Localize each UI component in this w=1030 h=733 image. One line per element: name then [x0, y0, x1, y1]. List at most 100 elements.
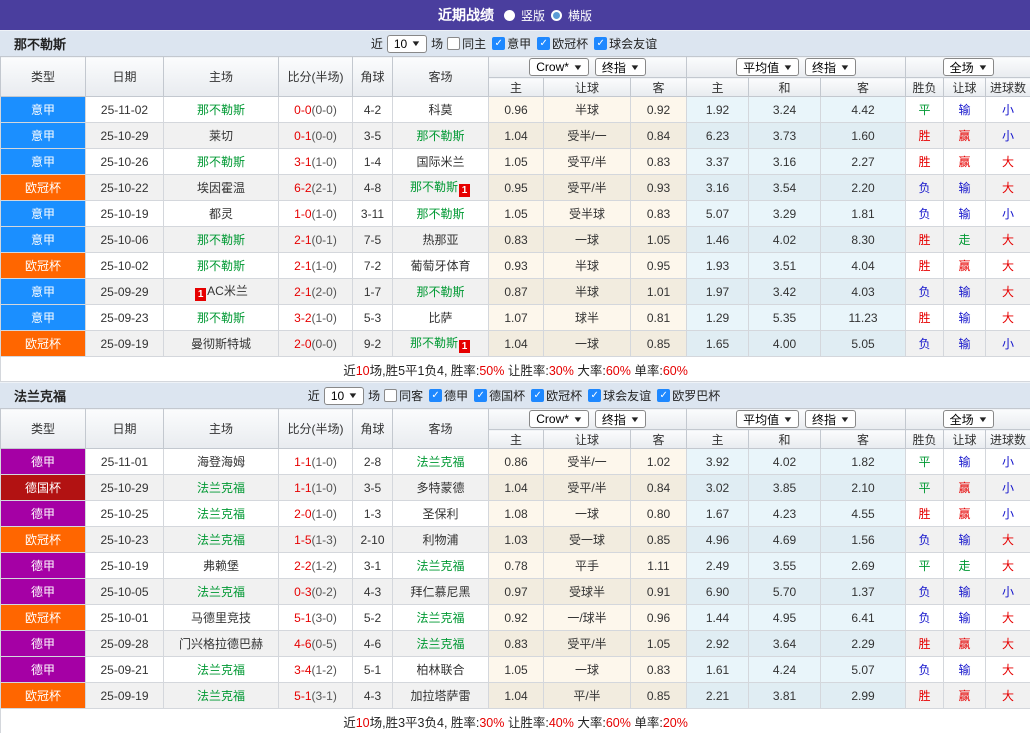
away-team-name: 法兰克福: [416, 637, 465, 651]
average-select[interactable]: 平均值 ▼: [736, 58, 800, 76]
red-card-badge: 1: [459, 184, 470, 197]
avg-draw-odds: 3.55: [748, 552, 822, 579]
match-row: 意甲 25-09-23 那不勒斯 3-2(1-0) 5-3 比萨 1.07 球半 0.81 1.2…: [0, 304, 1030, 331]
league-filter-2-checkbox[interactable]: ✓: [594, 37, 608, 50]
average-select[interactable]: 平均值 ▼: [736, 410, 800, 428]
score-cell: 1-0(1-0): [278, 200, 353, 227]
same-venue-label[interactable]: 同客: [399, 387, 423, 404]
result-handicap: 走: [943, 226, 987, 253]
league-filter-4-checkbox[interactable]: ✓: [657, 389, 671, 402]
match-date: 25-10-29: [85, 122, 164, 149]
avg-time-select[interactable]: 终指 ▼: [805, 58, 856, 76]
home-team-name: 都灵: [208, 207, 233, 221]
away-team: 那不勒斯 1: [392, 174, 489, 201]
col-header-2: 主场: [163, 56, 279, 97]
league-filter-1-label[interactable]: 欧冠杯: [552, 35, 588, 52]
score-cell: 2-0(0-0): [278, 330, 353, 357]
result-handicap: 赢: [943, 148, 987, 175]
summary-segment: 让胜率:: [504, 363, 549, 378]
away-team: 加拉塔萨雷: [392, 682, 489, 709]
odds-home: 1.05: [488, 200, 544, 227]
avg-draw-odds: 3.29: [748, 200, 822, 227]
same-venue-label[interactable]: 同主: [462, 35, 486, 52]
bookmaker-select[interactable]: Crow* ▼: [529, 410, 589, 428]
bookmaker-select[interactable]: Crow* ▼: [529, 58, 589, 76]
avg-away-odds: 5.07: [820, 656, 907, 683]
match-date: 25-09-19: [85, 330, 164, 357]
sub-col-header-4: 和: [748, 429, 822, 449]
sub-col-header-8: 进球数: [985, 429, 1030, 449]
scope-select-value: 全场: [949, 60, 974, 75]
same-venue-checkbox[interactable]: [384, 389, 398, 402]
full-time-score: 1-0: [294, 206, 312, 221]
match-date: 25-10-23: [85, 526, 164, 553]
odds-home: 0.96: [488, 96, 544, 123]
sub-col-header-2: 客: [629, 429, 688, 449]
avg-time-select[interactable]: 终指 ▼: [805, 410, 856, 428]
games-count-select[interactable]: 10 ▼: [386, 34, 428, 53]
horizontal-layout-label[interactable]: 横版: [568, 7, 592, 24]
odds-time-select[interactable]: 终指 ▼: [594, 58, 646, 76]
league-filter-4-label[interactable]: 欧罗巴杯: [672, 387, 720, 404]
league-filter-0-label[interactable]: 德甲: [444, 387, 468, 404]
vertical-layout-radio[interactable]: [503, 9, 515, 21]
league-filter-1-checkbox[interactable]: ✓: [537, 37, 551, 50]
home-team-name: 曼彻斯特城: [190, 337, 251, 351]
half-time-score: (1-0): [311, 480, 337, 495]
same-venue-checkbox[interactable]: [447, 37, 461, 50]
away-team-name: 科莫: [428, 103, 453, 117]
sub-col-header-5: 客: [820, 429, 907, 449]
scope-select[interactable]: 全场 ▼: [942, 410, 994, 428]
odds-time-select[interactable]: 终指 ▼: [594, 410, 646, 428]
result-goals: 大: [985, 552, 1030, 579]
chevron-down-icon: ▼: [839, 62, 851, 72]
league-filter-3-label[interactable]: 球会友谊: [603, 387, 651, 404]
away-team: 圣保利: [392, 500, 489, 527]
league-filter-2-label[interactable]: 欧冠杯: [546, 387, 582, 404]
league-filter-0-checkbox[interactable]: ✓: [492, 37, 506, 50]
handicap-line: 一球: [543, 330, 631, 357]
avg-home-odds: 1.29: [686, 304, 750, 331]
league-filter-2-label[interactable]: 球会友谊: [609, 35, 657, 52]
result-outcome: 负: [905, 604, 945, 631]
odds-away: 0.95: [629, 252, 688, 279]
summary-segment: 60%: [605, 715, 631, 730]
handicap-line: 半球: [543, 252, 631, 279]
match-row: 意甲 25-11-02 那不勒斯 0-0(0-0) 4-2 科莫 0.96 半球 0.92 1.9…: [0, 96, 1030, 123]
result-outcome: 负: [905, 656, 945, 683]
odds-home: 0.92: [488, 604, 544, 631]
league-filter-1-label[interactable]: 德国杯: [489, 387, 525, 404]
corner-count: 3-1: [352, 552, 393, 579]
competition-badge: 德国杯: [0, 474, 86, 501]
summary-row: 近10场,胜3平3负4, 胜率:30% 让胜率:40% 大率:60% 单率:20…: [0, 708, 1030, 733]
away-team: 法兰克福: [392, 552, 489, 579]
avg-away-odds: 8.30: [820, 226, 907, 253]
col-header-1: 日期: [85, 56, 164, 97]
home-team-name: 法兰克福: [196, 507, 245, 521]
sub-col-header-3: 主: [686, 77, 750, 97]
score-cell: 3-2(1-0): [278, 304, 353, 331]
result-goals: 大: [985, 226, 1030, 253]
vertical-layout-label[interactable]: 竖版: [521, 7, 545, 24]
league-filter-1-checkbox[interactable]: ✓: [474, 389, 488, 402]
league-filter-0-checkbox[interactable]: ✓: [429, 389, 443, 402]
home-team: 法兰克福: [163, 474, 279, 501]
home-team-name: 法兰克福: [196, 481, 245, 495]
red-card-badge: 1: [459, 340, 470, 353]
scope-select[interactable]: 全场 ▼: [942, 58, 994, 76]
away-team: 法兰克福: [392, 448, 489, 475]
avg-draw-odds: 4.02: [748, 226, 822, 253]
match-date: 25-09-21: [85, 656, 164, 683]
corner-count: 1-3: [352, 500, 393, 527]
corner-count: 4-2: [352, 96, 393, 123]
league-filter-3-checkbox[interactable]: ✓: [588, 389, 602, 402]
score-cell: 0-0(0-0): [278, 96, 353, 123]
match-row: 欧冠杯 25-10-02 那不勒斯 2-1(1-0) 7-2 葡萄牙体育 0.93 半球 0.9…: [0, 252, 1030, 279]
games-count-select[interactable]: 10 ▼: [323, 386, 365, 405]
horizontal-layout-radio[interactable]: [551, 9, 562, 21]
league-filter-2-checkbox[interactable]: ✓: [531, 389, 545, 402]
odds-home: 0.86: [488, 448, 544, 475]
summary-row: 近10场,胜5平1负4, 胜率:50% 让胜率:30% 大率:60% 单率:60…: [0, 356, 1030, 382]
away-team-name: 利物浦: [422, 533, 459, 547]
league-filter-0-label[interactable]: 意甲: [507, 35, 531, 52]
